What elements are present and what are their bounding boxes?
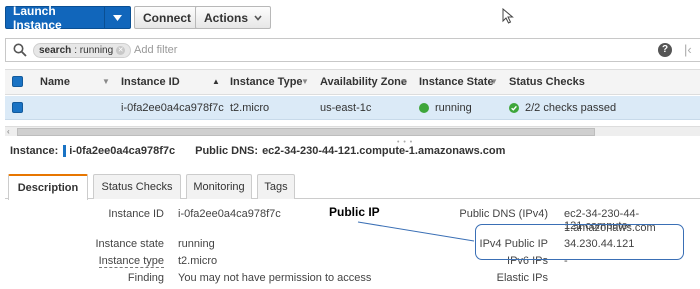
public-dns-label: Public DNS: [195,145,259,157]
select-all-checkbox[interactable] [12,76,23,87]
column-header-name[interactable]: Name [40,70,70,94]
cell-instance-id: i-0fa2ee0a4ca978f7c [121,101,224,114]
filter-bar[interactable]: search: running ✕ Add filter ? |‹ [5,38,700,62]
chevron-down-icon [254,14,262,21]
cell-instance-state: running [419,96,472,119]
field-value-instance-state: running [178,238,215,250]
actions-button[interactable]: Actions [195,6,272,29]
tab-status-checks[interactable]: Status Checks [93,174,181,199]
column-header-instance-id[interactable]: Instance ID [121,70,180,94]
cell-availability-zone: us-east-1c [320,101,372,114]
toolbar: Launch Instance Connect Actions [0,0,700,36]
search-icon [13,43,27,57]
column-header-availability-zone[interactable]: Availability Zone [320,70,407,94]
horizontal-scrollbar[interactable]: ‹ [5,126,700,136]
instance-label: Instance: [10,145,59,157]
add-filter-input[interactable]: Add filter [134,44,177,56]
sort-ascending-icon[interactable]: ▲ [212,77,220,86]
field-value-instance-id: i-0fa2ee0a4ca978f7c [178,208,281,220]
detail-header: Instance: i-0fa2ee0a4ca978f7c Public DNS… [10,145,505,157]
annotation-title: Public IP [329,205,380,219]
launch-instance-button[interactable]: Launch Instance [5,3,131,32]
public-dns-value: ec2-34-230-44-121.compute-1.amazonaws.co… [262,145,506,157]
field-label-finding: Finding [127,272,164,284]
connect-label: Connect [143,10,191,25]
sort-icon[interactable]: ▼ [400,77,408,86]
column-header-instance-type[interactable]: Instance Type [230,70,303,94]
filter-token-search[interactable]: search: running ✕ [33,43,132,58]
cell-status-checks: 2/2 checks passed [509,96,616,119]
detail-tabs: Description Status Checks Monitoring Tag… [5,172,700,200]
remove-filter-icon[interactable]: ✕ [116,46,126,55]
field-value-finding: You may not have permission to access [178,272,372,284]
sort-icon[interactable]: ▼ [102,77,110,86]
actions-label: Actions [204,10,249,25]
help-icon[interactable]: ? [658,43,672,57]
check-circle-icon [509,102,519,113]
filter-token-key: search [39,45,72,56]
column-header-status-checks[interactable]: Status Checks [509,70,585,94]
cell-instance-type: t2.micro [230,101,270,114]
tab-tags[interactable]: Tags [257,174,295,199]
running-status-icon [419,102,429,113]
field-label-instance-id: Instance ID [108,208,164,220]
tab-monitoring[interactable]: Monitoring [186,174,252,199]
field-value-instance-type: t2.micro [178,255,218,267]
mouse-cursor-icon [502,8,514,24]
instance-color-marker [63,145,67,157]
scroll-left-icon[interactable]: ‹ [7,127,10,136]
field-label-instance-type: Instance type [98,255,164,268]
tab-description[interactable]: Description [8,174,88,200]
annotation-highlight-box [475,224,684,260]
detail-instance-id: i-0fa2ee0a4ca978f7c [69,145,176,157]
filter-token-value: : running [74,45,114,56]
sort-icon[interactable]: ▼ [301,77,309,86]
column-header-instance-state[interactable]: Instance State [419,70,494,94]
launch-instance-label: Launch Instance [13,3,62,32]
table-row[interactable]: i-0fa2ee0a4ca978f7c t2.micro us-east-1c … [5,96,700,120]
first-page-icon[interactable]: |‹ [684,42,692,57]
field-label-public-dns-ipv4: Public DNS (IPv4) [459,208,548,220]
scrollbar-thumb[interactable] [17,128,595,136]
sort-icon[interactable]: ▼ [490,77,498,86]
row-checkbox[interactable] [12,102,23,113]
launch-dropdown-icon[interactable] [105,14,130,21]
field-label-instance-state: Instance state [95,238,165,250]
instances-table-header: Name ▼ Instance ID ▲ Instance Type ▼ Ava… [5,69,700,95]
connect-button[interactable]: Connect [134,6,200,29]
field-label-elastic-ips: Elastic IPs [496,272,548,284]
